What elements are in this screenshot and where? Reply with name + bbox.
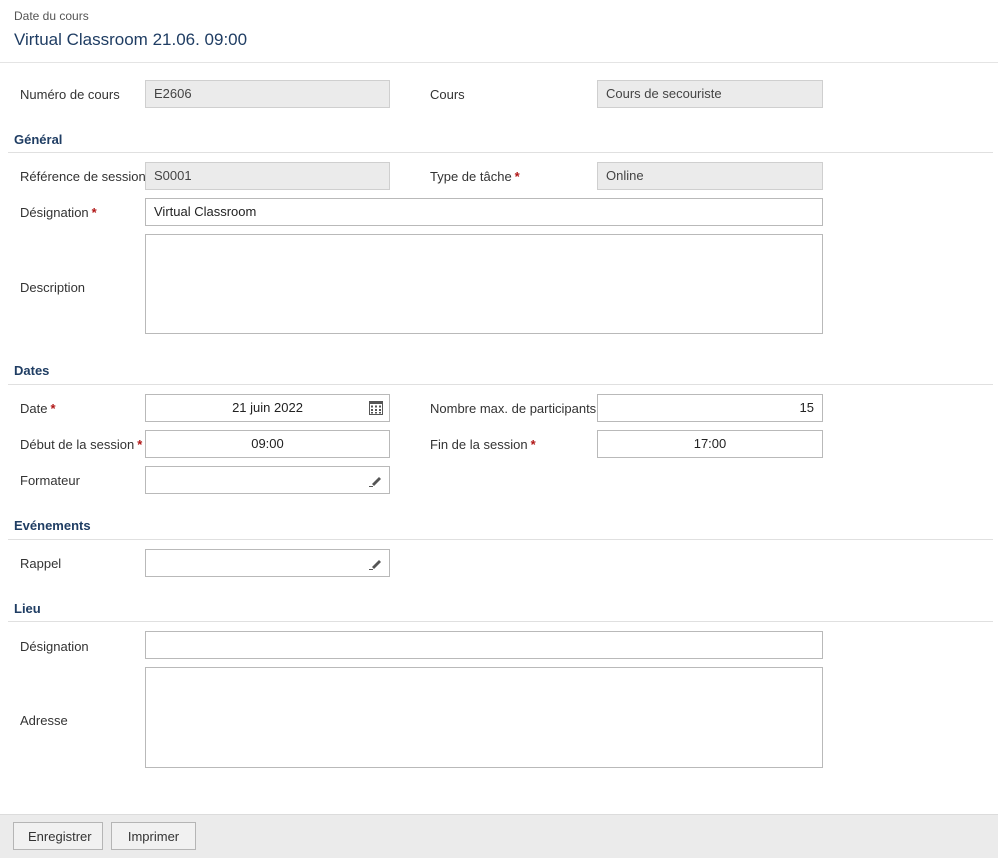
section-general-title: Général <box>14 132 63 147</box>
session-end-input[interactable]: 17:00 <box>597 430 823 458</box>
location-designation-input[interactable] <box>145 631 823 659</box>
required-marker: * <box>91 205 97 220</box>
description-label: Description <box>20 280 86 295</box>
course-field: Cours de secouriste <box>597 80 823 108</box>
session-ref-field: S0001 <box>145 162 390 190</box>
designation-input[interactable]: Virtual Classroom <box>145 198 823 226</box>
required-marker: * <box>530 437 536 452</box>
max-participants-label: Nombre max. de participants <box>430 401 597 416</box>
date-label: Date * <box>20 401 56 416</box>
pencil-icon[interactable] <box>369 473 383 487</box>
section-dates-divider <box>8 384 993 385</box>
page-title: Virtual Classroom 21.06. 09:00 <box>14 30 248 49</box>
section-events-divider <box>8 539 993 540</box>
page-header: Date du cours Virtual Classroom 21.06. 0… <box>0 0 998 63</box>
trainer-label: Formateur <box>20 473 80 488</box>
required-marker: * <box>514 169 520 184</box>
section-events-title: Evénements <box>14 518 91 533</box>
print-button[interactable]: Imprimer <box>111 822 196 850</box>
page-supertitle: Date du cours <box>14 9 89 23</box>
reminder-field[interactable] <box>145 549 390 577</box>
max-participants-input[interactable]: 15 <box>597 394 823 422</box>
address-label: Adresse <box>20 713 68 728</box>
session-start-label: Début de la session * <box>20 437 143 452</box>
calendar-icon[interactable] <box>369 401 383 415</box>
location-designation-label: Désignation <box>20 639 89 654</box>
session-ref-label: Référence de session <box>20 169 146 184</box>
save-button[interactable]: Enregistrer <box>13 822 103 850</box>
pencil-icon[interactable] <box>369 556 383 570</box>
required-marker: * <box>137 437 143 452</box>
section-dates-title: Dates <box>14 363 50 378</box>
section-location-divider <box>8 621 993 622</box>
course-number-field: E2606 <box>145 80 390 108</box>
description-textarea[interactable] <box>145 234 823 334</box>
section-general-divider <box>8 152 993 153</box>
designation-label: Désignation * <box>20 205 97 220</box>
course-label: Cours <box>430 87 465 102</box>
date-value: 21 juin 2022 <box>232 400 303 415</box>
address-textarea[interactable] <box>145 667 823 768</box>
session-end-label: Fin de la session * <box>430 437 536 452</box>
reminder-label: Rappel <box>20 556 62 571</box>
course-number-label: Numéro de cours <box>20 87 120 102</box>
required-marker: * <box>50 401 56 416</box>
section-location-title: Lieu <box>14 601 41 616</box>
task-type-field: Online <box>597 162 823 190</box>
task-type-label: Type de tâche * <box>430 169 520 184</box>
footer-toolbar: Enregistrer Imprimer <box>0 814 998 858</box>
date-input[interactable]: 21 juin 2022 <box>145 394 390 422</box>
trainer-field[interactable] <box>145 466 390 494</box>
session-start-input[interactable]: 09:00 <box>145 430 390 458</box>
